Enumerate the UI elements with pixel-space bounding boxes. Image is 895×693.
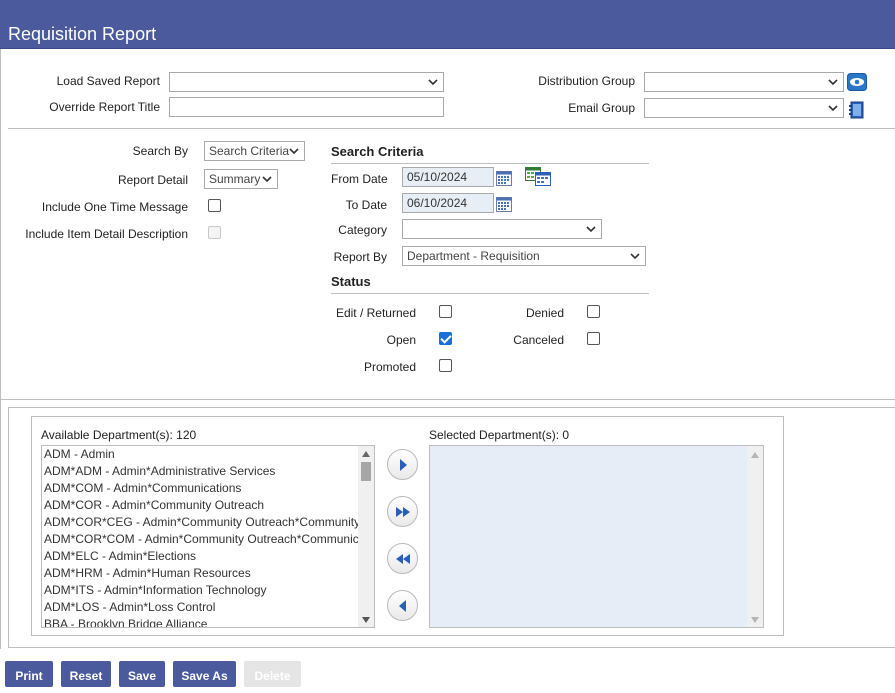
scroll-down-icon[interactable]: [362, 617, 370, 623]
save-button[interactable]: Save: [119, 661, 165, 687]
search-by-select[interactable]: Search Criteria: [204, 141, 305, 161]
include-one-time-message-label: Include One Time Message: [41, 200, 188, 214]
list-item[interactable]: ADM*ITS - Admin*Information Technology: [42, 582, 374, 599]
override-report-title-input[interactable]: [169, 97, 444, 117]
list-item[interactable]: ADM*COR*COM - Admin*Community Outreach*C…: [42, 531, 374, 548]
eye-icon[interactable]: [847, 73, 867, 91]
to-date-input[interactable]: [402, 193, 494, 213]
load-saved-report-label: Load Saved Report: [56, 74, 160, 88]
search-criteria-heading: Search Criteria: [331, 144, 424, 159]
reset-button[interactable]: Reset: [61, 661, 111, 687]
available-departments-list[interactable]: ADM - Admin ADM*ADM - Admin*Administrativ…: [41, 445, 375, 628]
email-group-select[interactable]: [644, 98, 844, 118]
available-departments-label: Available Department(s): 120: [41, 428, 197, 442]
list-item[interactable]: ADM*ELC - Admin*Elections: [42, 548, 374, 565]
search-by-label: Search By: [132, 144, 188, 158]
address-book-icon[interactable]: [847, 101, 867, 119]
override-report-title-label: Override Report Title: [49, 100, 160, 114]
status-heading: Status: [331, 274, 371, 289]
status-divider: [331, 293, 649, 294]
list-item[interactable]: ADM - Admin: [42, 446, 374, 463]
move-all-right-button[interactable]: [387, 496, 418, 527]
page-header: Requisition Report: [0, 0, 895, 49]
move-all-left-button[interactable]: [387, 543, 418, 574]
canceled-checkbox[interactable]: [587, 332, 600, 345]
chevron-down-icon: [289, 148, 299, 155]
list-item[interactable]: BBA - Brooklyn Bridge Alliance: [42, 616, 374, 627]
report-detail-select[interactable]: Summary: [204, 169, 278, 189]
move-right-button[interactable]: [387, 449, 418, 480]
available-departments-items: ADM - Admin ADM*ADM - Admin*Administrativ…: [42, 446, 374, 627]
from-date-label: From Date: [331, 172, 388, 186]
chevron-down-icon: [630, 253, 640, 260]
list-item[interactable]: ADM*ADM - Admin*Administrative Services: [42, 463, 374, 480]
open-label: Open: [386, 333, 416, 347]
report-by-value: Department - Requisition: [407, 249, 540, 263]
calendar-icon[interactable]: [496, 171, 512, 186]
report-detail-label: Report Detail: [117, 173, 188, 187]
scroll-down-icon[interactable]: [751, 617, 759, 623]
denied-checkbox[interactable]: [587, 305, 600, 318]
category-label: Category: [338, 223, 387, 237]
chevron-down-icon: [828, 79, 838, 86]
dept-panel-top: [8, 407, 895, 408]
edit-returned-label: Edit / Returned: [335, 306, 416, 320]
calendar-range-icon[interactable]: [525, 167, 552, 186]
include-item-detail-description-label: Include Item Detail Description: [25, 227, 188, 241]
list-item[interactable]: ADM*COR*CEG - Admin*Community Outreach*C…: [42, 514, 374, 531]
report-detail-value: Summary: [209, 172, 261, 186]
list-item[interactable]: ADM*LOS - Admin*Loss Control: [42, 599, 374, 616]
arrow-right-icon: [400, 459, 407, 471]
from-date-input[interactable]: [402, 167, 494, 187]
scroll-thumb[interactable]: [361, 462, 371, 481]
open-checkbox[interactable]: [439, 332, 452, 345]
scroll-up-icon[interactable]: [751, 452, 759, 458]
list-item[interactable]: ADM*COM - Admin*Communications: [42, 480, 374, 497]
to-date-label: To Date: [345, 198, 387, 212]
edit-returned-checkbox[interactable]: [439, 305, 452, 318]
chevron-down-icon: [828, 105, 838, 112]
include-one-time-message-checkbox[interactable]: [208, 199, 221, 212]
chevron-down-icon: [586, 226, 596, 233]
double-arrow-right-icon: [396, 507, 410, 517]
promoted-label: Promoted: [363, 360, 416, 374]
list-item[interactable]: ADM*COR - Admin*Community Outreach: [42, 497, 374, 514]
move-left-button[interactable]: [387, 590, 418, 621]
report-by-select[interactable]: Department - Requisition: [402, 246, 646, 266]
include-item-detail-description-checkbox[interactable]: [208, 226, 221, 239]
arrow-left-icon: [399, 600, 406, 612]
search-by-value: Search Criteria: [209, 144, 290, 158]
distribution-group-label: Distribution Group: [538, 74, 635, 88]
promoted-checkbox[interactable]: [439, 359, 452, 372]
list-item[interactable]: ADM*HRM - Admin*Human Resources: [42, 565, 374, 582]
top-divider: [8, 128, 895, 129]
chevron-down-icon: [428, 79, 438, 86]
save-as-button[interactable]: Save As: [173, 661, 236, 687]
dept-panel-bottom: [8, 647, 895, 648]
page-title: Requisition Report: [8, 24, 157, 44]
load-saved-report-select[interactable]: [169, 72, 444, 92]
chevron-down-icon: [262, 176, 272, 183]
email-group-label: Email Group: [568, 101, 635, 115]
available-list-scrollbar[interactable]: [358, 446, 374, 627]
distribution-group-select[interactable]: [644, 72, 844, 92]
selected-departments-list[interactable]: [429, 445, 764, 628]
section-divider: [0, 399, 895, 400]
selected-list-scrollbar[interactable]: [747, 446, 763, 627]
double-arrow-left-icon: [396, 554, 410, 564]
search-criteria-divider: [331, 163, 649, 164]
calendar-icon[interactable]: [496, 197, 512, 212]
canceled-label: Canceled: [513, 333, 564, 347]
denied-label: Denied: [525, 306, 564, 320]
scroll-up-icon[interactable]: [362, 451, 370, 457]
dept-panel-left: [8, 407, 9, 647]
delete-button[interactable]: Delete: [244, 661, 301, 687]
left-border: [0, 49, 1, 649]
selected-departments-label: Selected Department(s): 0: [429, 428, 570, 442]
print-button[interactable]: Print: [5, 661, 53, 687]
category-select[interactable]: [402, 219, 602, 239]
report-by-label: Report By: [333, 250, 387, 264]
